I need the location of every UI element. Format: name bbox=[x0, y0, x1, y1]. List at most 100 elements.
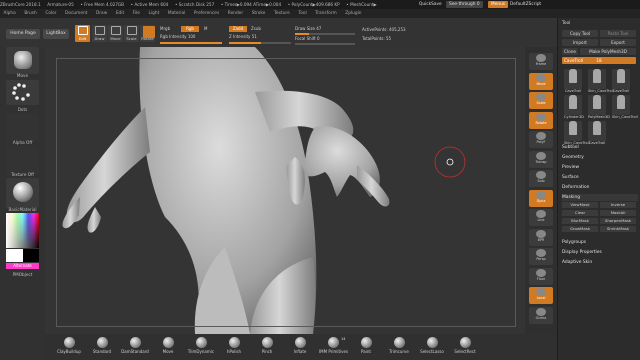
brush-imm-primitives-button[interactable]: IMM Primitives 14 bbox=[319, 337, 348, 354]
secondary-color-swatch[interactable] bbox=[23, 249, 39, 262]
import-button[interactable]: Import bbox=[562, 39, 598, 46]
menu-file[interactable]: File bbox=[133, 9, 140, 18]
tool-thumbnail[interactable]: CaveTroll bbox=[588, 119, 606, 145]
brush-paint-button[interactable]: Paint bbox=[352, 337, 380, 354]
clone-button[interactable]: Clone bbox=[562, 48, 578, 55]
see-through-slider[interactable]: See-through 0 bbox=[446, 1, 483, 8]
view-frame-button[interactable]: Frame bbox=[529, 53, 553, 70]
menu-transform[interactable]: Transform bbox=[315, 9, 336, 18]
menus-button[interactable]: Menus bbox=[488, 1, 509, 8]
menu-edit[interactable]: Edit bbox=[116, 9, 124, 18]
default-zscript-button[interactable]: DefaultZScript bbox=[507, 1, 544, 8]
view-polyf-button[interactable]: PolyF bbox=[529, 131, 553, 148]
inverse-button[interactable]: Inverse bbox=[600, 202, 636, 208]
menu-render[interactable]: Render bbox=[228, 9, 243, 18]
tool-thumbnail[interactable]: CaveTroll bbox=[612, 67, 630, 93]
view-transp-button[interactable]: Transp bbox=[529, 150, 553, 168]
brush-inflate-button[interactable]: Inflate bbox=[286, 337, 314, 354]
tool-thumbnail[interactable]: Cylinder3D bbox=[564, 93, 584, 119]
shrink-mask-button[interactable]: ShrinkMask bbox=[600, 226, 636, 232]
view-scale-button[interactable]: Scale bbox=[529, 92, 553, 109]
tool-thumbnail[interactable]: Skin_CaveTroll bbox=[612, 93, 638, 119]
edit-button[interactable]: Edit bbox=[75, 25, 90, 42]
alpha-selector[interactable] bbox=[6, 114, 39, 142]
brush-move-button[interactable]: Move bbox=[154, 337, 182, 354]
grow-mask-button[interactable]: GrowMask bbox=[562, 226, 598, 232]
subtool-section[interactable]: Subtool bbox=[562, 144, 638, 151]
stroke-selector[interactable] bbox=[6, 80, 39, 105]
blur-mask-button[interactable]: BlurMask bbox=[562, 218, 598, 224]
material-selector[interactable] bbox=[6, 178, 39, 208]
view-rotate-button[interactable]: Rotate bbox=[529, 111, 553, 129]
tool-thumbnail[interactable]: Skin_CaveTroll bbox=[588, 67, 614, 93]
preview-section[interactable]: Preview bbox=[562, 164, 638, 171]
deformation-section[interactable]: Deformation bbox=[562, 184, 638, 191]
brush-damstandard-button[interactable]: DamStandard bbox=[121, 337, 149, 354]
brush-pinch-button[interactable]: Pinch bbox=[253, 337, 281, 354]
surface-section[interactable]: Surface bbox=[562, 174, 638, 181]
z-intensity-slider[interactable]: Z Intensity 51 bbox=[229, 34, 257, 40]
menu-material[interactable]: Material bbox=[168, 9, 185, 18]
view-move-button[interactable]: Move bbox=[529, 72, 553, 90]
geometry-section[interactable]: Geometry bbox=[562, 154, 638, 161]
draw-button[interactable]: Draw bbox=[92, 25, 107, 42]
draw-size-slider[interactable]: Draw Size 47 bbox=[295, 26, 321, 32]
paste-tool-button[interactable]: Paste Tool bbox=[600, 30, 636, 37]
menu-brush[interactable]: Brush bbox=[24, 9, 36, 18]
zadd-button[interactable]: Zadd bbox=[229, 26, 247, 32]
view-dyna-button[interactable]: Dyna bbox=[529, 189, 553, 207]
view-bpr-button[interactable]: BPR bbox=[529, 228, 553, 246]
view-floor-button[interactable]: Floor bbox=[529, 267, 553, 285]
menu-document[interactable]: Document bbox=[65, 9, 87, 18]
brush-standard-button[interactable]: Standard bbox=[88, 337, 116, 354]
mask-all-button[interactable]: MaskAll bbox=[600, 210, 636, 216]
alternate-button[interactable]: Alternate bbox=[6, 263, 39, 269]
view-mask-button[interactable]: ViewMask bbox=[562, 202, 598, 208]
texture-selector[interactable] bbox=[6, 147, 39, 175]
rgb-button[interactable]: Rgb bbox=[181, 26, 199, 32]
copy-tool-button[interactable]: Copy Tool bbox=[562, 30, 598, 37]
brush-selectlasso-button[interactable]: SelectLasso bbox=[418, 337, 446, 354]
brush-claybuildup-button[interactable]: ClayBuildup bbox=[55, 337, 83, 354]
color-picker-icon[interactable] bbox=[143, 26, 155, 38]
scale-button[interactable]: Scale bbox=[124, 25, 139, 42]
mrgb-button[interactable]: Mrgb bbox=[160, 26, 170, 32]
lightbox-button[interactable]: LightBox bbox=[43, 29, 69, 39]
menu-tool[interactable]: Tool bbox=[298, 9, 306, 18]
masking-section[interactable]: Masking bbox=[562, 194, 638, 201]
brush-hpolish-button[interactable]: hPolish bbox=[220, 337, 248, 354]
view-solo-button[interactable]: Solo bbox=[529, 170, 553, 187]
color-picker[interactable] bbox=[6, 213, 39, 248]
menu-preferences[interactable]: Preferences bbox=[194, 9, 219, 18]
menu-alpha[interactable]: Alpha bbox=[4, 9, 16, 18]
brush-selector[interactable] bbox=[6, 47, 39, 74]
focal-shift-slider[interactable]: Focal Shift 0 bbox=[295, 36, 320, 42]
menu-draw[interactable]: Draw bbox=[96, 9, 107, 18]
tool-thumbnail[interactable]: CaveTroll bbox=[564, 67, 582, 93]
rgb-intensity-slider[interactable]: Rgb Intensity 100 bbox=[160, 34, 195, 40]
menu-texture[interactable]: Texture bbox=[274, 9, 290, 18]
zsub-button[interactable]: Zsub bbox=[251, 26, 261, 32]
menu-zplugin[interactable]: Zplugin bbox=[345, 9, 361, 18]
menu-stroke[interactable]: Stroke bbox=[252, 9, 266, 18]
brush-selectrect-button[interactable]: SelectRect bbox=[451, 337, 479, 354]
view-local-button[interactable]: Local bbox=[529, 287, 553, 304]
make-polymesh-button[interactable]: Make PolyMesh3D bbox=[580, 48, 636, 55]
home-page-button[interactable]: Home Page bbox=[6, 29, 40, 39]
sharpen-mask-button[interactable]: SharpenMask bbox=[600, 218, 636, 224]
m-button[interactable]: M bbox=[204, 26, 207, 32]
view-persp-button[interactable]: Persp bbox=[529, 248, 553, 265]
quicksave-button[interactable]: QuickSave bbox=[416, 1, 445, 8]
move-button[interactable]: Move bbox=[108, 25, 123, 42]
menu-color[interactable]: Color bbox=[45, 9, 56, 18]
menu-light[interactable]: Light bbox=[149, 9, 160, 18]
polygroups-section[interactable]: Polygroups bbox=[562, 239, 638, 246]
brush-trimcurve-button[interactable]: Trimcurve bbox=[385, 337, 413, 354]
brush-trimdynamic-button[interactable]: TrimDynamic bbox=[187, 337, 215, 354]
adaptive-skin-section[interactable]: Adaptive Skin bbox=[562, 259, 638, 266]
current-tool-slider[interactable]: CaveTroll 18 bbox=[562, 57, 636, 64]
view-gizmo-button[interactable]: Gizmo bbox=[529, 306, 553, 324]
display-properties-section[interactable]: Display Properties bbox=[562, 249, 638, 256]
tool-thumbnail[interactable]: PolyMesh3D bbox=[588, 93, 610, 119]
view-line-button[interactable]: Line bbox=[529, 209, 553, 226]
